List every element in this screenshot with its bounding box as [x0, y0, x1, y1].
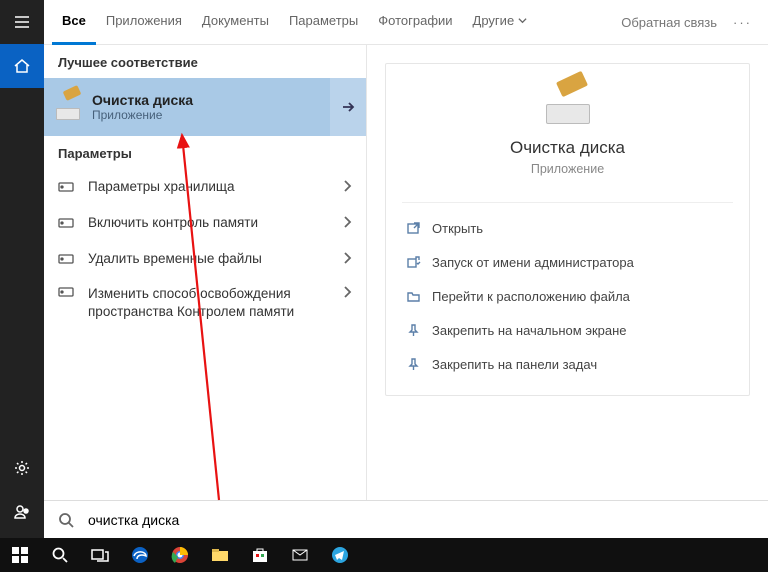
storage-icon — [58, 180, 76, 195]
settings-icon[interactable] — [0, 446, 44, 490]
detail-pane: Очистка диска Приложение Открыть Запуск … — [366, 45, 768, 500]
param-label: Включить контроль памяти — [88, 214, 342, 232]
search-bar — [44, 500, 768, 538]
storage-icon — [58, 216, 76, 231]
detail-title: Очистка диска — [510, 138, 625, 158]
bestmatch-title: Очистка диска — [92, 92, 193, 108]
bestmatch-item[interactable]: Очистка диска Приложение — [44, 78, 366, 136]
action-label: Закрепить на начальном экране — [432, 323, 627, 338]
search-tabs: Все Приложения Документы Параметры Фотог… — [44, 0, 768, 45]
feedback-link[interactable]: Обратная связь — [613, 15, 725, 30]
detail-subtitle: Приложение — [531, 162, 604, 176]
action-file-location[interactable]: Перейти к расположению файла — [402, 279, 733, 313]
disk-cleanup-icon — [56, 94, 82, 120]
taskbar-explorer-icon[interactable] — [200, 538, 240, 572]
taskbar-telegram-icon[interactable] — [320, 538, 360, 572]
taskbar-store-icon[interactable] — [240, 538, 280, 572]
tab-docs[interactable]: Документы — [192, 0, 279, 45]
section-bestmatch: Лучшее соответствие — [44, 45, 366, 78]
param-change-free[interactable]: Изменить способ освобождения пространств… — [44, 277, 366, 325]
start-button[interactable] — [0, 538, 40, 572]
storage-icon — [58, 252, 76, 267]
bestmatch-expand-button[interactable] — [330, 78, 366, 136]
action-pin-taskbar[interactable]: Закрепить на панели задач — [402, 347, 733, 381]
task-view-icon[interactable] — [80, 538, 120, 572]
hamburger-icon[interactable] — [0, 0, 44, 44]
taskbar-edge-icon[interactable] — [120, 538, 160, 572]
param-label: Изменить способ освобождения пространств… — [88, 285, 342, 320]
folder-icon — [402, 289, 424, 304]
results-pane: Лучшее соответствие Очистка диска Прилож… — [44, 45, 366, 500]
param-storage[interactable]: Параметры хранилища — [44, 169, 366, 205]
action-label: Закрепить на панели задач — [432, 357, 597, 372]
param-storage-sense[interactable]: Включить контроль памяти — [44, 205, 366, 241]
chevron-right-icon — [342, 179, 352, 196]
tab-apps[interactable]: Приложения — [96, 0, 192, 45]
param-label: Удалить временные файлы — [88, 250, 342, 268]
action-label: Открыть — [432, 221, 483, 236]
pin-icon — [402, 323, 424, 338]
section-settings: Параметры — [44, 136, 366, 169]
tab-settings[interactable]: Параметры — [279, 0, 368, 45]
action-run-admin[interactable]: Запуск от имени администратора — [402, 245, 733, 279]
tab-other[interactable]: Другие — [463, 0, 537, 45]
taskbar-mail-icon[interactable] — [280, 538, 320, 572]
action-label: Запуск от имени администратора — [432, 255, 634, 270]
open-icon — [402, 221, 424, 236]
account-icon[interactable] — [0, 490, 44, 534]
chevron-right-icon — [342, 215, 352, 232]
bestmatch-subtitle: Приложение — [92, 108, 193, 122]
start-left-rail — [0, 0, 44, 538]
tab-all[interactable]: Все — [52, 0, 96, 45]
more-icon[interactable]: ··· — [725, 15, 760, 30]
action-pin-start[interactable]: Закрепить на начальном экране — [402, 313, 733, 347]
tab-photos[interactable]: Фотографии — [368, 0, 462, 45]
disk-cleanup-icon — [544, 84, 592, 124]
chevron-right-icon — [342, 285, 352, 302]
param-temp-files[interactable]: Удалить временные файлы — [44, 241, 366, 277]
param-label: Параметры хранилища — [88, 178, 342, 196]
shield-icon — [402, 255, 424, 270]
taskbar — [0, 538, 768, 572]
search-input[interactable] — [88, 512, 754, 528]
action-open[interactable]: Открыть — [402, 211, 733, 245]
action-label: Перейти к расположению файла — [432, 289, 630, 304]
search-icon — [58, 512, 74, 528]
home-icon[interactable] — [0, 44, 44, 88]
taskbar-chrome-icon[interactable] — [160, 538, 200, 572]
taskbar-search-icon[interactable] — [40, 538, 80, 572]
pin-icon — [402, 357, 424, 372]
storage-icon — [58, 285, 76, 300]
chevron-right-icon — [342, 251, 352, 268]
